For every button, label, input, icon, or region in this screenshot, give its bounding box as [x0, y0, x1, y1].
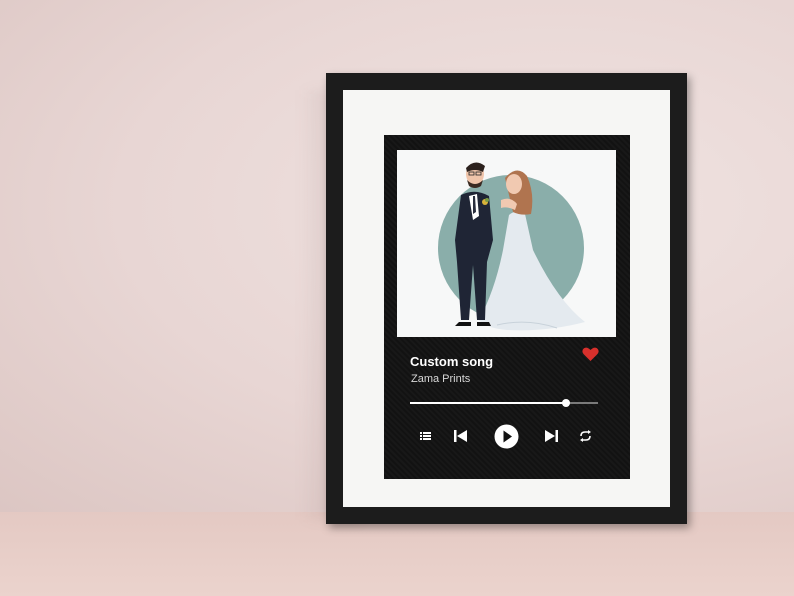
queue-icon[interactable] — [420, 431, 431, 441]
previous-icon[interactable] — [453, 429, 468, 443]
progress-knob[interactable] — [562, 399, 571, 407]
song-artist: Zama Prints — [411, 373, 471, 385]
song-title: Custom song — [410, 354, 494, 369]
album-art — [397, 150, 616, 337]
progress-bar[interactable] — [410, 399, 598, 407]
heart-icon[interactable] — [582, 347, 599, 362]
progress-fill — [410, 402, 567, 404]
repeat-icon[interactable] — [579, 430, 592, 442]
next-icon[interactable] — [544, 429, 559, 443]
play-icon[interactable] — [494, 424, 519, 449]
couple-illustration — [438, 162, 585, 331]
floor — [0, 512, 794, 596]
